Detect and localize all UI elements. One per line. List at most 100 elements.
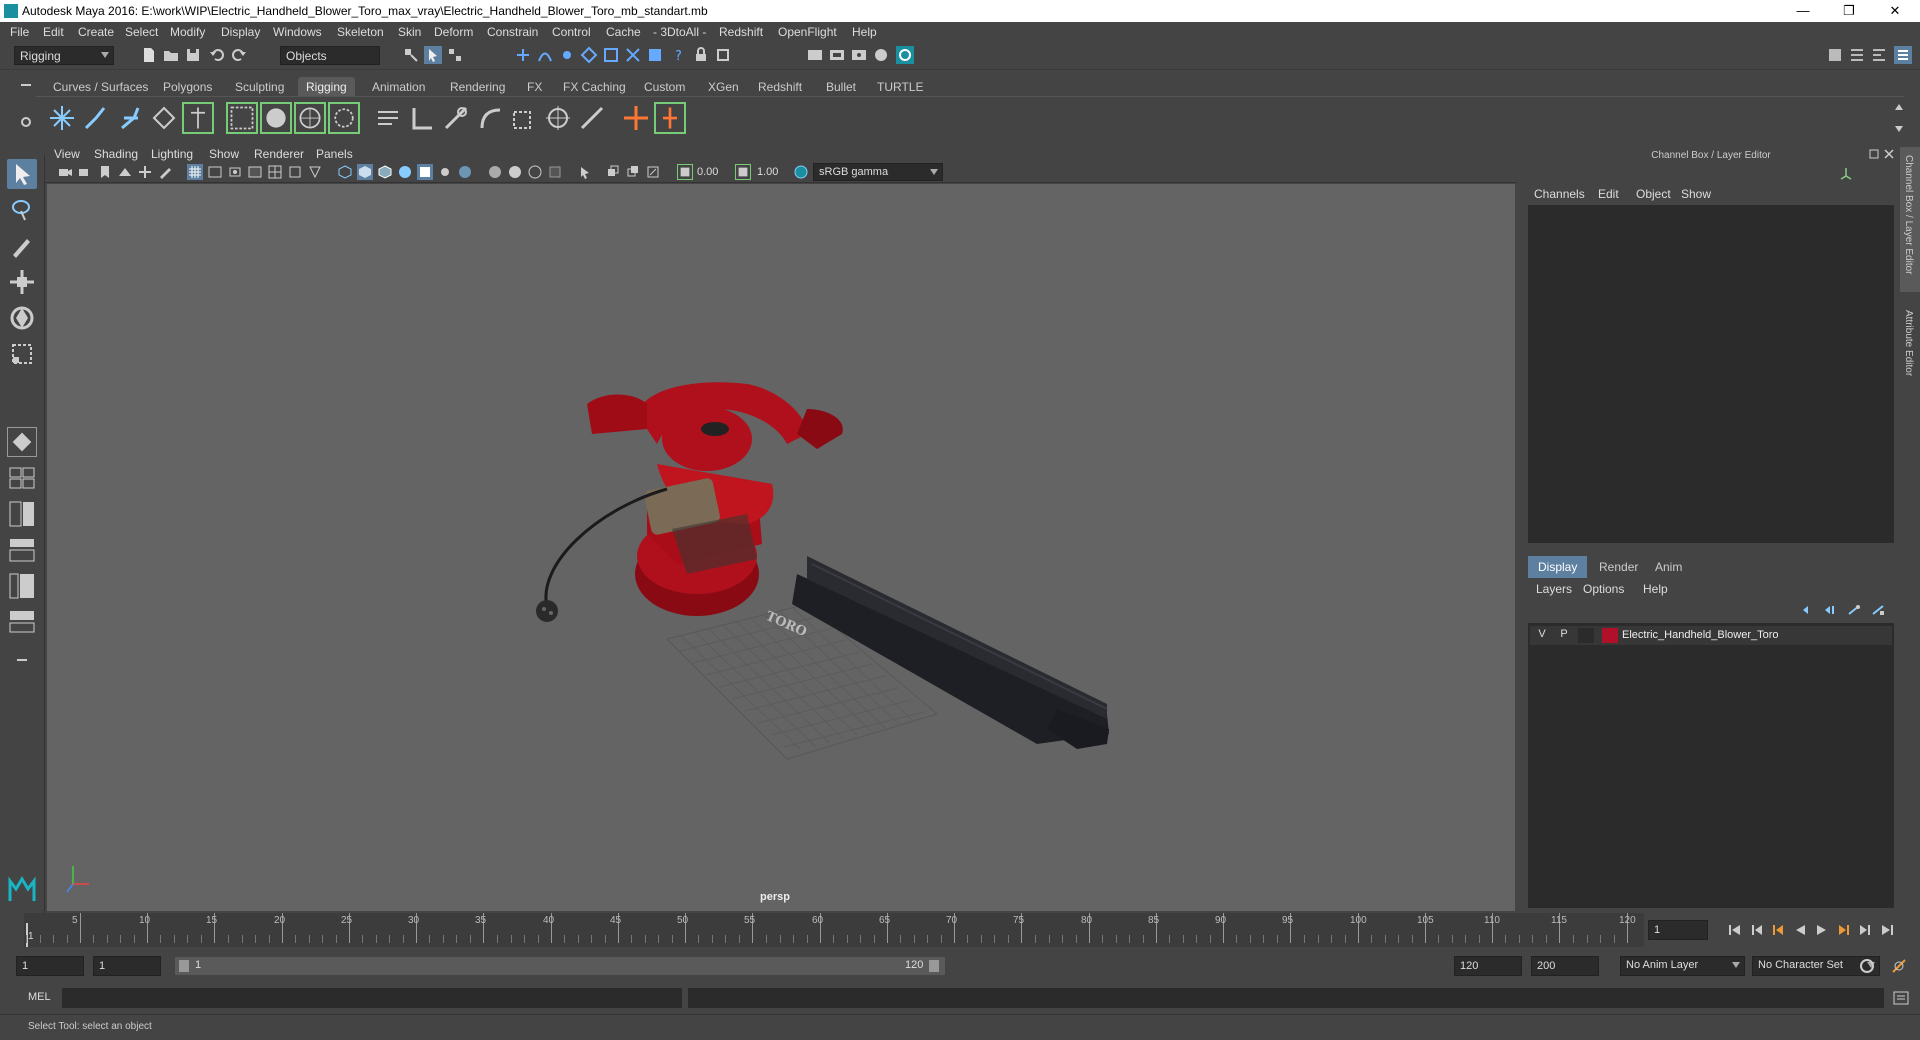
tab-bullet[interactable]: Bullet: [818, 77, 864, 96]
film-gate-icon[interactable]: [207, 164, 223, 180]
anim-layer-dropdown[interactable]: No Anim Layer: [1620, 956, 1745, 976]
open-scene-icon[interactable]: [162, 46, 180, 64]
select-hierarchy-icon[interactable]: [402, 46, 420, 64]
menu-create[interactable]: Create: [78, 25, 114, 39]
script-editor-icon[interactable]: [1892, 989, 1910, 1007]
geometry-constraint-icon[interactable]: [576, 102, 608, 134]
orient-constraint-icon[interactable]: [440, 102, 472, 134]
playback-end-field[interactable]: 120: [1454, 956, 1522, 976]
menu-cache[interactable]: Cache: [606, 25, 641, 39]
color-management-icon[interactable]: [793, 164, 809, 180]
move-tool-icon[interactable]: [7, 267, 37, 297]
snap-grid-icon[interactable]: [514, 46, 532, 64]
go-to-end-icon[interactable]: [1880, 922, 1896, 938]
select-component-icon[interactable]: [446, 46, 464, 64]
menu-3dtoall[interactable]: - 3DtoAll -: [653, 25, 706, 39]
snap-curve-icon[interactable]: [536, 46, 554, 64]
scale-constraint-icon[interactable]: [508, 102, 540, 134]
bookmarks-icon[interactable]: [97, 164, 113, 180]
menu-openflight[interactable]: OpenFlight: [778, 25, 837, 39]
layer-menu-layers[interactable]: Layers: [1536, 582, 1572, 596]
snap-view-plane-icon[interactable]: [580, 46, 598, 64]
close-icon[interactable]: ✕: [1872, 0, 1918, 22]
image-plane-icon[interactable]: [117, 164, 133, 180]
playback-start-field[interactable]: 1: [93, 956, 161, 976]
viewport-menu-panels[interactable]: Panels: [316, 147, 353, 161]
select-object-icon[interactable]: [424, 46, 442, 64]
move-layer-down-icon[interactable]: [1822, 602, 1838, 618]
play-backwards-icon[interactable]: [1792, 922, 1808, 938]
tab-fx[interactable]: FX: [519, 77, 550, 96]
tool-settings-toggle-icon[interactable]: [1870, 46, 1888, 64]
layer-display-type-toggle[interactable]: [1578, 628, 1594, 643]
new-scene-icon[interactable]: [140, 46, 158, 64]
animation-start-field[interactable]: 1: [16, 956, 84, 976]
tab-fx-caching[interactable]: FX Caching: [555, 77, 634, 96]
tab-sculpting[interactable]: Sculpting: [227, 77, 292, 96]
play-forwards-icon[interactable]: [1814, 922, 1830, 938]
wireframe-icon[interactable]: [337, 164, 353, 180]
menu-file[interactable]: File: [10, 25, 29, 39]
exposure-icon[interactable]: [677, 164, 693, 180]
grid-toggle-icon[interactable]: [187, 164, 203, 180]
bind-skin-icon[interactable]: [226, 102, 258, 134]
side-tab-attribute-editor[interactable]: Attribute Editor: [1903, 310, 1914, 376]
side-tab-channel-box[interactable]: Channel Box / Layer Editor: [1903, 155, 1914, 275]
help-query-icon[interactable]: ?: [670, 46, 688, 64]
viewport-menu-shading[interactable]: Shading: [94, 147, 138, 161]
two-pane-layout-icon[interactable]: [7, 499, 37, 529]
new-empty-layer-icon[interactable]: [1846, 602, 1862, 618]
menu-select[interactable]: Select: [125, 25, 158, 39]
layer-visibility-toggle[interactable]: V: [1534, 628, 1550, 643]
layer-row[interactable]: V P Electric_Handheld_Blower_Toro: [1530, 626, 1892, 645]
redo-icon[interactable]: [230, 46, 248, 64]
channel-box-toggle-icon[interactable]: [1894, 46, 1912, 64]
step-forward-frame-icon[interactable]: [1836, 922, 1852, 938]
gamma-icon[interactable]: [735, 164, 751, 180]
rotate-tool-icon[interactable]: [7, 303, 37, 333]
channel-box-menu-object[interactable]: Object: [1636, 187, 1671, 201]
select-tool-icon[interactable]: [7, 159, 37, 189]
current-frame-field[interactable]: 1: [1648, 920, 1708, 940]
maya-home-icon[interactable]: [7, 875, 37, 905]
use-all-lights-icon[interactable]: [417, 164, 433, 180]
step-forward-key-icon[interactable]: [1858, 922, 1874, 938]
menu-constrain[interactable]: Constrain: [487, 25, 538, 39]
menu-skeleton[interactable]: Skeleton: [337, 25, 384, 39]
smooth-shade-icon[interactable]: [357, 164, 373, 180]
tab-polygons[interactable]: Polygons: [155, 77, 220, 96]
color-space-dropdown[interactable]: sRGB gamma: [813, 163, 943, 181]
wireframe-on-shaded-icon[interactable]: [377, 164, 393, 180]
grease-pencil-icon[interactable]: [157, 164, 173, 180]
range-slider[interactable]: 1 120: [175, 957, 945, 975]
mode-dropdown[interactable]: Rigging: [14, 46, 114, 65]
tab-anim-layers[interactable]: Anim: [1645, 556, 1692, 578]
lock-icon[interactable]: [692, 46, 710, 64]
tab-custom[interactable]: Custom: [636, 77, 693, 96]
orient-joint-icon[interactable]: [182, 102, 214, 134]
animation-end-field[interactable]: 200: [1531, 956, 1599, 976]
2d-pan-zoom-icon[interactable]: [137, 164, 153, 180]
shadows-icon[interactable]: [437, 164, 453, 180]
layer-menu-options[interactable]: Options: [1583, 582, 1624, 596]
viewport-scene[interactable]: TORO: [47, 184, 1515, 911]
gate-mask-icon[interactable]: [247, 164, 263, 180]
channel-box-menu-edit[interactable]: Edit: [1598, 187, 1619, 201]
scale-tool-icon[interactable]: [7, 339, 37, 369]
modeling-toolkit-icon[interactable]: [1826, 46, 1844, 64]
ambient-occlusion-icon[interactable]: [487, 164, 503, 180]
render-current-frame-icon[interactable]: [806, 46, 824, 64]
layer-playback-toggle[interactable]: P: [1556, 628, 1572, 643]
shelf-scroll-up-icon[interactable]: [1894, 101, 1904, 111]
channel-box-content[interactable]: [1528, 205, 1894, 543]
restore-icon[interactable]: ❐: [1826, 0, 1872, 22]
tab-display-layers[interactable]: Display: [1528, 556, 1588, 578]
backface-culling-icon[interactable]: [645, 164, 661, 180]
pole-vector-constraint-icon[interactable]: [542, 102, 574, 134]
render-settings-icon[interactable]: [850, 46, 868, 64]
shelf-scroll-down-icon[interactable]: [1894, 123, 1904, 133]
antialiasing-icon[interactable]: [527, 164, 543, 180]
camera-select-icon[interactable]: [57, 164, 73, 180]
menu-skin[interactable]: Skin: [398, 25, 421, 39]
motion-blur-icon[interactable]: [507, 164, 523, 180]
